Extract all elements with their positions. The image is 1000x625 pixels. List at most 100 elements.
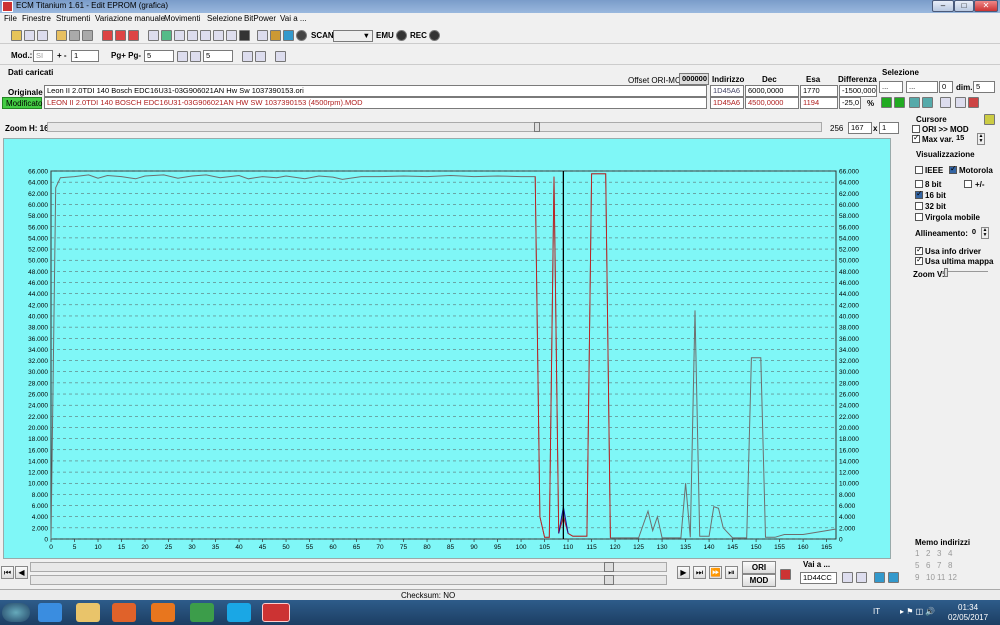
compare-icon[interactable] [115, 30, 126, 41]
memo-slot-2[interactable]: 2 [926, 549, 930, 558]
save-icon[interactable] [69, 30, 80, 41]
select-m-icon[interactable] [894, 97, 905, 108]
sel-a[interactable]: ... [879, 81, 903, 93]
8bit-radio[interactable] [915, 180, 923, 188]
percent-icon[interactable] [174, 30, 185, 41]
menu-vai-a[interactable]: Vai a ... [280, 14, 307, 23]
memo-slot-10[interactable]: 10 [926, 573, 935, 582]
menu-file[interactable]: File [4, 14, 17, 23]
modified-file-field[interactable]: LEON II 2.0TDI 140 BOSCH EDC16U31-03G906… [44, 97, 707, 109]
chart-area[interactable]: 0 0 2.000 2.000 4.000 4.000 6.000 6.000 8.000 8.0… [3, 138, 891, 559]
memo-slot-3[interactable]: 3 [937, 549, 941, 558]
mod-field[interactable]: SI [33, 50, 53, 62]
window-icon[interactable] [24, 30, 35, 41]
list-icon[interactable] [37, 30, 48, 41]
table-icon[interactable] [128, 30, 139, 41]
memo-slot-6[interactable]: 6 [926, 561, 930, 570]
menu-selezione[interactable]: Selezione [207, 14, 242, 23]
menu-movimenti[interactable]: Movimenti [164, 14, 200, 23]
zoom-v-slider[interactable] [942, 268, 988, 277]
rec-icon[interactable] [429, 30, 440, 41]
zoom-field[interactable]: 5 [203, 50, 233, 62]
motorola-radio[interactable] [949, 164, 957, 174]
usa-info-checkbox[interactable] [915, 245, 923, 255]
mod-button[interactable]: MOD [742, 574, 776, 587]
emu-icon[interactable] [396, 30, 407, 41]
maxvar-spinner[interactable]: ▲ ▼ [977, 133, 985, 145]
original-file-field[interactable]: Leon II 2.0TDI 140 Bosch EDC16U31-03G906… [44, 85, 707, 97]
grid-small-icon[interactable] [242, 51, 253, 62]
memo-slot-8[interactable]: 8 [948, 561, 952, 570]
chrome-icon[interactable] [190, 603, 214, 622]
chart-icon[interactable] [213, 30, 224, 41]
list-view-icon[interactable] [856, 572, 867, 583]
open-folder-icon[interactable] [56, 30, 67, 41]
zoom-icon[interactable] [190, 51, 201, 62]
columns-icon[interactable] [275, 51, 286, 62]
binoculars-icon[interactable] [239, 30, 250, 41]
maximize-button[interactable]: □ [954, 0, 974, 12]
32bit-radio[interactable] [915, 202, 923, 210]
select-u-icon[interactable] [881, 97, 892, 108]
text-icon[interactable] [257, 30, 268, 41]
next-page-button[interactable]: ⏭ [693, 566, 706, 579]
ie-icon[interactable] [38, 603, 62, 622]
sum-icon[interactable] [187, 30, 198, 41]
memo-slot-12[interactable]: 12 [948, 573, 957, 582]
exit-icon[interactable] [968, 97, 979, 108]
step-field[interactable]: 1 [71, 50, 99, 62]
last-button[interactable]: ⏩ [709, 566, 722, 579]
sel-b[interactable]: ... [906, 81, 938, 93]
menu-finestre[interactable]: Finestre [22, 14, 51, 23]
close-button[interactable]: ✕ [974, 0, 998, 12]
calculator-icon[interactable] [161, 30, 172, 41]
page-field[interactable]: 5 [144, 50, 174, 62]
zoom-val3[interactable]: 1 [879, 122, 899, 134]
maxvar-checkbox[interactable] [912, 133, 920, 143]
ori-button[interactable]: ORI [742, 561, 776, 574]
memo-slot-1[interactable]: 1 [915, 549, 919, 558]
disc-icon[interactable] [296, 30, 307, 41]
undo-icon[interactable] [940, 97, 951, 108]
sort-icon[interactable] [226, 30, 237, 41]
memo-slot-9[interactable]: 9 [915, 573, 919, 582]
media-player-icon[interactable] [112, 603, 136, 622]
zoom-h-thumb[interactable] [534, 122, 540, 132]
flag-icon[interactable] [780, 569, 791, 580]
vai-a-field[interactable]: 1D44CC [800, 572, 837, 584]
ecm-titanium-taskbar-icon[interactable] [262, 603, 290, 622]
sel-c[interactable]: 0 [939, 81, 953, 93]
allineamento-spinner[interactable]: ▲ ▼ [981, 227, 989, 239]
scroll-bottom-thumb[interactable] [604, 575, 614, 585]
next-button[interactable]: ▶ [677, 566, 690, 579]
select-v-icon[interactable] [922, 97, 933, 108]
first-button[interactable]: ⏮ [1, 566, 14, 579]
line-chart[interactable]: 0 02.000 2.0004.000 4.0006.000 6.0008.000 8.0… [4, 139, 892, 560]
memo-slot-5[interactable]: 5 [915, 561, 919, 570]
collapse-icon[interactable] [888, 572, 899, 583]
memo-slot-7[interactable]: 7 [937, 561, 941, 570]
menu-strumenti[interactable]: Strumenti [56, 14, 90, 23]
virgola-checkbox[interactable] [915, 213, 923, 221]
allineamento-field[interactable]: 0 [964, 227, 982, 239]
search-icon[interactable] [148, 30, 159, 41]
plusminus-checkbox[interactable] [964, 180, 972, 188]
redo-icon[interactable] [955, 97, 966, 108]
scroll-top-thumb[interactable] [604, 562, 614, 572]
swap-icon[interactable] [177, 51, 188, 62]
usa-ultima-checkbox[interactable] [915, 255, 923, 265]
zoom-v-thumb[interactable] [944, 268, 948, 277]
ieee-checkbox[interactable] [915, 166, 923, 174]
table-view-icon[interactable] [842, 572, 853, 583]
memo-slot-4[interactable]: 4 [948, 549, 952, 558]
prev-button[interactable]: ◀ [15, 566, 28, 579]
zoom-val2[interactable]: 167 [848, 122, 872, 134]
menu-bitpower[interactable]: BitPower [244, 14, 276, 23]
explorer-icon[interactable] [76, 603, 100, 622]
star-icon[interactable] [283, 30, 294, 41]
ori-mod-checkbox[interactable] [912, 125, 920, 133]
minimize-button[interactable]: – [932, 0, 954, 12]
16bit-radio[interactable] [915, 189, 923, 199]
grid-large-icon[interactable] [255, 51, 266, 62]
start-button[interactable] [2, 603, 30, 622]
